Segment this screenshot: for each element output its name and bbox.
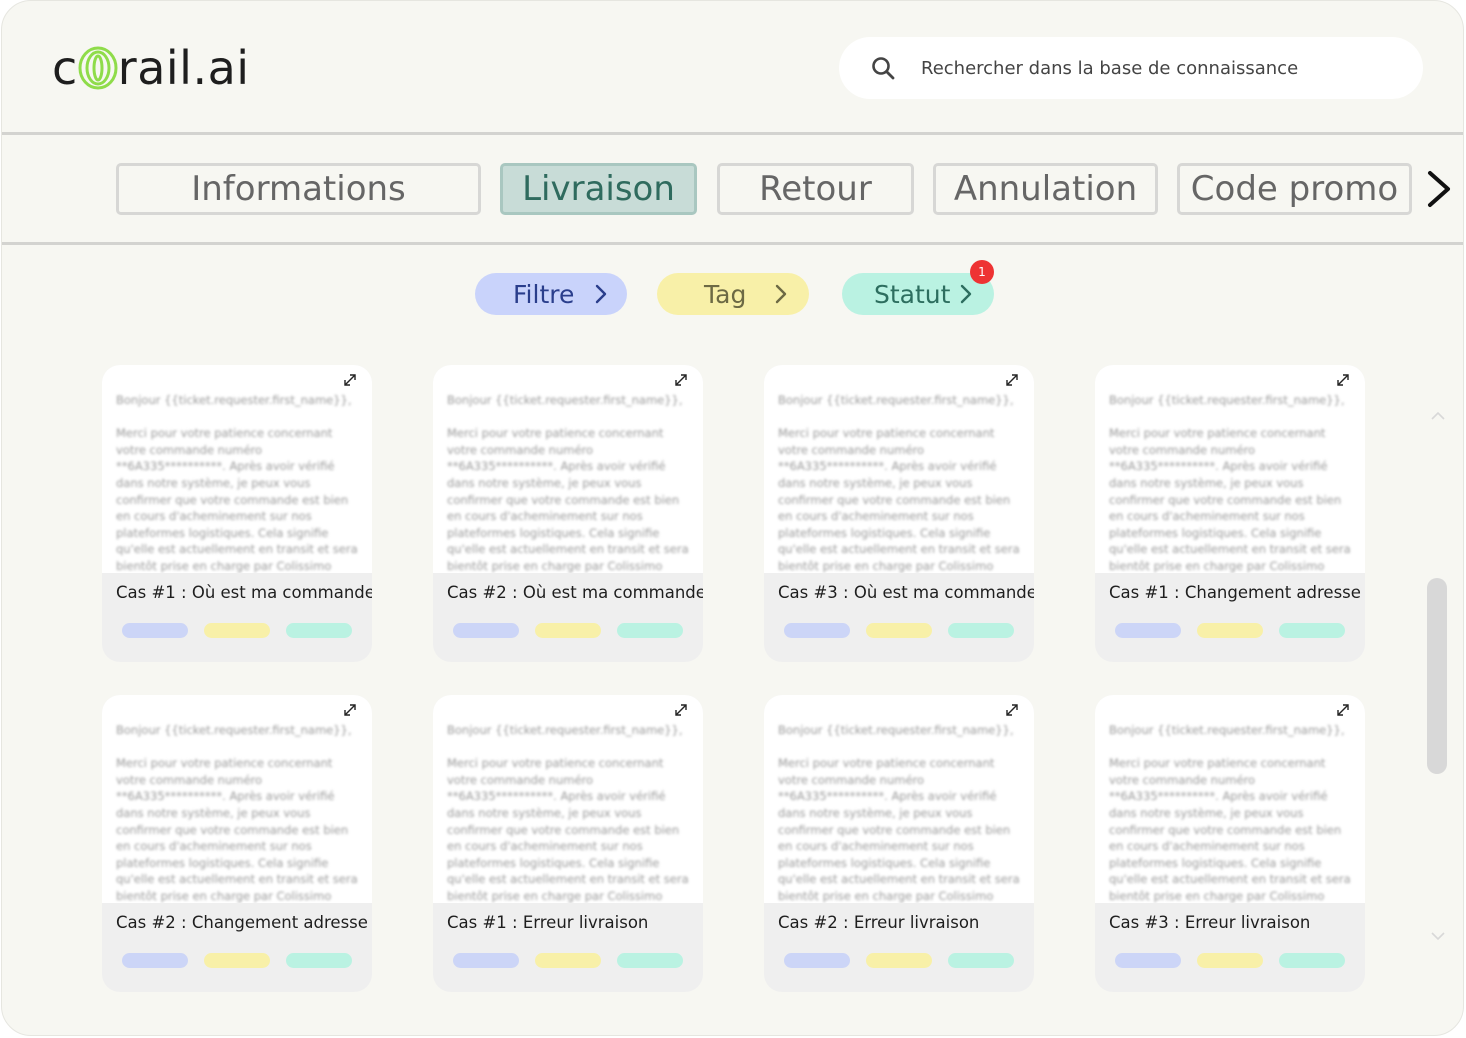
card-preview-text: Bonjour {{ticket.requester.first_name}},…: [447, 393, 689, 573]
app-window: c rail.ai Informations Livraison Retour Ann…: [1, 0, 1464, 1036]
card-preview-text: Bonjour {{ticket.requester.first_name}},…: [1109, 393, 1351, 573]
tag-pill: [535, 623, 601, 638]
card-preview-text: Bonjour {{ticket.requester.first_name}},…: [1109, 723, 1351, 903]
tab-informations[interactable]: Informations: [116, 163, 481, 215]
card-preview-text: Bonjour {{ticket.requester.first_name}},…: [116, 723, 358, 903]
corail-logo: c rail.ai: [52, 41, 250, 95]
status-pill: [286, 953, 352, 968]
tab-livraison[interactable]: Livraison: [500, 163, 697, 215]
tag-pill: [535, 953, 601, 968]
search-input[interactable]: [919, 56, 1393, 80]
chevron-right-icon: [595, 284, 607, 304]
status-chip-label: Statut: [874, 279, 951, 309]
tag-pill: [1197, 623, 1263, 638]
expand-icon[interactable]: [342, 372, 358, 388]
card-preview: Bonjour {{ticket.requester.first_name}},…: [102, 695, 372, 903]
filter-chip-label: Filtre: [513, 279, 575, 309]
expand-icon[interactable]: [1004, 702, 1020, 718]
status-pill: [617, 953, 683, 968]
card-preview: Bonjour {{ticket.requester.first_name}},…: [764, 695, 1034, 903]
tabs-divider: [2, 242, 1463, 245]
case-card[interactable]: Bonjour {{ticket.requester.first_name}},…: [102, 365, 372, 662]
status-pill: [1279, 623, 1345, 638]
filter-pill: [784, 623, 850, 638]
scroll-down-icon[interactable]: [1430, 931, 1446, 941]
status-count-badge: 1: [970, 260, 994, 284]
case-card[interactable]: Bonjour {{ticket.requester.first_name}},…: [764, 695, 1034, 992]
scroll-up-icon[interactable]: [1430, 411, 1446, 421]
status-pill: [286, 623, 352, 638]
case-card[interactable]: Bonjour {{ticket.requester.first_name}},…: [1095, 695, 1365, 992]
filter-pill: [122, 953, 188, 968]
chevron-right-icon: [775, 284, 787, 304]
card-preview-text: Bonjour {{ticket.requester.first_name}},…: [778, 393, 1020, 573]
filter-pill: [784, 953, 850, 968]
card-title: Cas #2 : Où est ma commande: [447, 583, 703, 602]
card-preview-text: Bonjour {{ticket.requester.first_name}},…: [116, 393, 358, 573]
status-pill: [948, 953, 1014, 968]
card-preview: Bonjour {{ticket.requester.first_name}},…: [764, 365, 1034, 573]
card-preview: Bonjour {{ticket.requester.first_name}},…: [1095, 365, 1365, 573]
tag-chip[interactable]: Tag: [657, 273, 809, 315]
status-pill: [948, 623, 1014, 638]
tab-annulation[interactable]: Annulation: [933, 163, 1158, 215]
case-card[interactable]: Bonjour {{ticket.requester.first_name}},…: [433, 695, 703, 992]
case-card[interactable]: Bonjour {{ticket.requester.first_name}},…: [102, 695, 372, 992]
tag-chip-label: Tag: [704, 279, 747, 309]
status-pill: [1279, 953, 1345, 968]
filter-pill: [1115, 953, 1181, 968]
logo-prefix: c: [52, 41, 78, 95]
chevron-right-icon[interactable]: [1422, 167, 1456, 211]
status-chip[interactable]: Statut: [842, 273, 994, 315]
filter-pill: [1115, 623, 1181, 638]
case-card[interactable]: Bonjour {{ticket.requester.first_name}},…: [764, 365, 1034, 662]
filter-pill: [453, 623, 519, 638]
status-pill: [617, 623, 683, 638]
logo-wave-icon: [78, 46, 118, 90]
case-card[interactable]: Bonjour {{ticket.requester.first_name}},…: [433, 365, 703, 662]
case-card[interactable]: Bonjour {{ticket.requester.first_name}},…: [1095, 365, 1365, 662]
card-title: Cas #3 : Où est ma commande: [778, 583, 1034, 602]
expand-icon[interactable]: [673, 372, 689, 388]
logo-suffix: rail.ai: [117, 41, 250, 95]
expand-icon[interactable]: [342, 702, 358, 718]
card-preview: Bonjour {{ticket.requester.first_name}},…: [102, 365, 372, 573]
card-preview: Bonjour {{ticket.requester.first_name}},…: [1095, 695, 1365, 903]
card-preview-text: Bonjour {{ticket.requester.first_name}},…: [447, 723, 689, 903]
filter-chip[interactable]: Filtre: [475, 273, 627, 315]
tag-pill: [866, 953, 932, 968]
tag-pill: [204, 623, 270, 638]
expand-icon[interactable]: [1335, 372, 1351, 388]
filter-pill: [453, 953, 519, 968]
scrollbar-thumb[interactable]: [1427, 578, 1447, 774]
tag-pill: [1197, 953, 1263, 968]
expand-icon[interactable]: [673, 702, 689, 718]
chevron-right-icon: [960, 284, 972, 304]
card-title: Cas #1 : Erreur livraison: [447, 913, 649, 932]
tag-pill: [866, 623, 932, 638]
expand-icon[interactable]: [1335, 702, 1351, 718]
card-title: Cas #2 : Changement adresse: [116, 913, 368, 932]
card-title: Cas #2 : Erreur livraison: [778, 913, 980, 932]
card-title: Cas #3 : Erreur livraison: [1109, 913, 1311, 932]
filter-pill: [122, 623, 188, 638]
card-title: Cas #1 : Changement adresse: [1109, 583, 1361, 602]
expand-icon[interactable]: [1004, 372, 1020, 388]
tag-pill: [204, 953, 270, 968]
tab-retour[interactable]: Retour: [717, 163, 914, 215]
card-preview: Bonjour {{ticket.requester.first_name}},…: [433, 695, 703, 903]
card-title: Cas #1 : Où est ma commande: [116, 583, 372, 602]
search-bar[interactable]: [839, 37, 1423, 99]
card-preview-text: Bonjour {{ticket.requester.first_name}},…: [778, 723, 1020, 903]
tab-code-promo[interactable]: Code promo: [1177, 163, 1412, 215]
search-icon: [872, 57, 895, 80]
card-preview: Bonjour {{ticket.requester.first_name}},…: [433, 365, 703, 573]
header-divider: [2, 132, 1463, 135]
